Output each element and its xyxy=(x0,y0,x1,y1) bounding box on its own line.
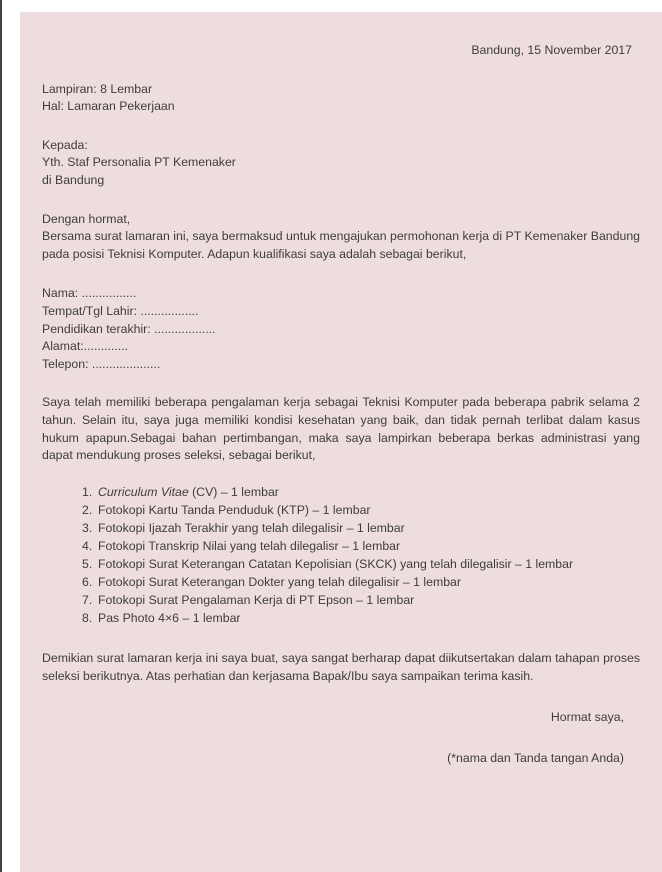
salutation-block: Dengan hormat, Bersama surat lamaran ini… xyxy=(42,211,640,264)
list-item: 5. Fotokopi Surat Keterangan Catatan Kepo… xyxy=(42,556,640,574)
recipient-block: Kepada: Yth. Staf Personalia PT Kemenake… xyxy=(42,137,640,190)
list-item-number: 2. xyxy=(82,502,93,517)
list-item-text: Pas Photo 4×6 – 1 lembar xyxy=(98,611,241,626)
field-pendidikan-terakhir: Pendidikan terakhir: .................. xyxy=(42,321,216,336)
letter-body: Bandung, 15 November 2017 Lampiran: 8 Le… xyxy=(20,12,662,872)
signature-name-placeholder: (*nama dan Tanda tangan Anda) xyxy=(447,750,624,765)
recipient-city: di Bandung xyxy=(42,172,105,187)
list-item: 1. Curriculum Vitae (CV) – 1 lembar xyxy=(42,484,640,502)
closing-paragraph: Demikian surat lamaran kerja ini saya bu… xyxy=(42,650,640,683)
field-alamat: Alamat:............. xyxy=(42,339,129,354)
experience-block: Saya telah memiliki beberapa pengalaman … xyxy=(42,394,640,464)
list-item-text: Fotokopi Ijazah Terakhir yang telah dile… xyxy=(98,520,405,535)
attachment-line: Lampiran: 8 Lembar xyxy=(42,81,153,96)
list-item: 4. Fotokopi Transkrip Nilai yang telah di… xyxy=(42,538,640,556)
attachment-list: 1. Curriculum Vitae (CV) – 1 lembar 2. Fot… xyxy=(42,484,640,628)
date-line: Bandung, 15 November 2017 xyxy=(471,43,632,57)
list-item: 7. Fotokopi Surat Pengalaman Kerja di PT … xyxy=(42,592,640,610)
document-page: Bandung, 15 November 2017 Lampiran: 8 Le… xyxy=(0,0,662,872)
list-item-number: 1. xyxy=(82,484,93,499)
list-item-text: Fotokopi Transkrip Nilai yang telah dile… xyxy=(98,538,401,553)
list-item-text: Fotokopi Surat Pengalaman Kerja di PT Ep… xyxy=(98,593,415,608)
list-item-text: Fotokopi Surat Keterangan Catatan Kepoli… xyxy=(98,557,574,572)
list-item-number: 3. xyxy=(82,520,93,535)
list-item-number: 6. xyxy=(82,575,93,590)
list-item: 2. Fotokopi Kartu Tanda Penduduk (KTP) – … xyxy=(42,502,640,520)
field-tempat-tgl-lahir: Tempat/Tgl Lahir: ................. xyxy=(42,303,199,318)
list-item: 8. Pas Photo 4×6 – 1 lembar xyxy=(42,610,640,628)
closing-block: Demikian surat lamaran kerja ini saya bu… xyxy=(42,650,640,685)
signature-block: Hormat saya, (*nama dan Tanda tangan And… xyxy=(42,709,640,767)
attachment-subject-block: Lampiran: 8 Lembar Hal: Lamaran Pekerjaa… xyxy=(42,81,640,116)
list-item: 6. Fotokopi Surat Keterangan Dokter yang … xyxy=(42,574,640,592)
field-telepon: Telepon: .................... xyxy=(42,356,161,371)
list-item-text: Fotokopi Surat Keterangan Dokter yang te… xyxy=(98,575,461,590)
list-item-number: 7. xyxy=(82,593,93,608)
personal-fields-block: Nama: ................ Tempat/Tgl Lahir:… xyxy=(42,285,640,373)
list-item-number: 8. xyxy=(82,611,93,626)
list-item-number: 4. xyxy=(82,538,93,553)
list-item: 3. Fotokopi Ijazah Terakhir yang telah di… xyxy=(42,520,640,538)
list-item-number: 5. xyxy=(82,557,93,572)
experience-paragraph: Saya telah memiliki beberapa pengalaman … xyxy=(42,395,640,463)
intro-paragraph: Bersama surat lamaran ini, saya bermaksu… xyxy=(42,229,640,261)
list-item-text: Fotokopi Kartu Tanda Penduduk (KTP) – 1 … xyxy=(98,502,371,517)
signature-closing: Hormat saya, xyxy=(550,710,624,725)
salutation: Dengan hormat, xyxy=(42,211,131,226)
subject-line: Hal: Lamaran Pekerjaan xyxy=(42,99,175,114)
list-item-text: (CV) – 1 lembar xyxy=(188,484,279,499)
recipient-label: Kepada: xyxy=(42,137,88,152)
recipient-name: Yth. Staf Personalia PT Kemenaker xyxy=(42,155,236,170)
field-nama: Nama: ................ xyxy=(42,286,137,301)
list-item-italic: Curriculum Vitae xyxy=(98,484,189,499)
